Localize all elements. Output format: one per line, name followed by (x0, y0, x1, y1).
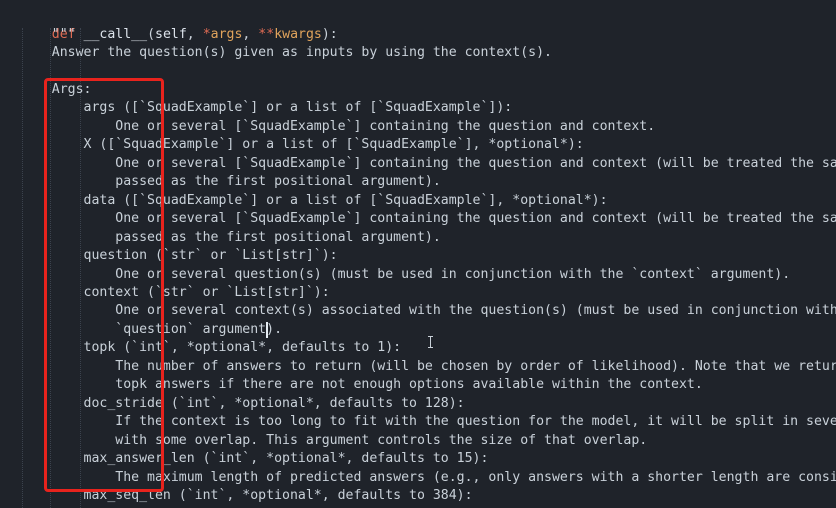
docstring-line[interactable]: Answer the question(s) given as inputs b… (20, 44, 552, 62)
text-caret (266, 322, 268, 338)
docstring-line[interactable]: The number of answers to return (will be… (20, 358, 836, 376)
docstring-line[interactable]: question (`str` or `List[str]`): (20, 247, 338, 265)
docstring-line[interactable]: """ (20, 26, 76, 44)
docstring-line[interactable]: topk answers if there are not enough opt… (20, 376, 703, 394)
function-name: __call__ (83, 27, 148, 42)
docstring-line[interactable]: If the context is too long to fit with t… (20, 413, 836, 431)
function-signature[interactable]: def __call__(self, *args, **kwargs): (20, 8, 338, 42)
code-editor[interactable]: def __call__(self, *args, **kwargs): """… (0, 0, 836, 508)
docstring-line[interactable]: The maximum length of predicted answers … (20, 469, 836, 487)
docstring-line[interactable]: One or several [`SquadExample`] containi… (20, 155, 836, 173)
docstring-line[interactable]: X ([`SquadExample`] or a list of [`Squad… (20, 136, 584, 154)
docstring-line[interactable]: One or several [`SquadExample`] containi… (20, 118, 655, 136)
docstring-line[interactable]: Args: (20, 81, 92, 99)
self-param: self (155, 27, 187, 42)
docstring-line[interactable]: with some overlap. This argument control… (20, 432, 647, 450)
docstring-line[interactable]: data ([`SquadExample`] or a list of [`Sq… (20, 192, 608, 210)
docstring-line[interactable]: context (`str` or `List[str]`): (20, 284, 330, 302)
kwargs-param: kwargs (274, 27, 322, 42)
docstring-line[interactable]: args ([`SquadExample`] or a list of [`Sq… (20, 99, 513, 117)
docstring-line[interactable]: doc_stride (`int`, *optional*, defaults … (20, 395, 465, 413)
mouse-ibeam-cursor-icon (428, 336, 433, 348)
docstring-line[interactable]: `question` argument). (20, 321, 282, 339)
docstring-line[interactable]: max_seq_len (`int`, *optional*, defaults… (20, 487, 473, 505)
docstring-line[interactable]: One or several [`SquadExample`] containi… (20, 210, 836, 228)
docstring-line[interactable]: topk (`int`, *optional*, defaults to 1): (20, 339, 402, 357)
docstring-line[interactable]: max_answer_len (`int`, *optional*, defau… (20, 450, 489, 468)
docstring-line[interactable]: One or several context(s) associated wit… (20, 302, 836, 320)
docstring-line[interactable]: passed as the first positional argument)… (20, 229, 441, 247)
docstring-line[interactable]: One or several question(s) (must be used… (20, 266, 790, 284)
docstring-line[interactable]: passed as the first positional argument)… (20, 173, 441, 191)
args-param: args (210, 27, 243, 42)
